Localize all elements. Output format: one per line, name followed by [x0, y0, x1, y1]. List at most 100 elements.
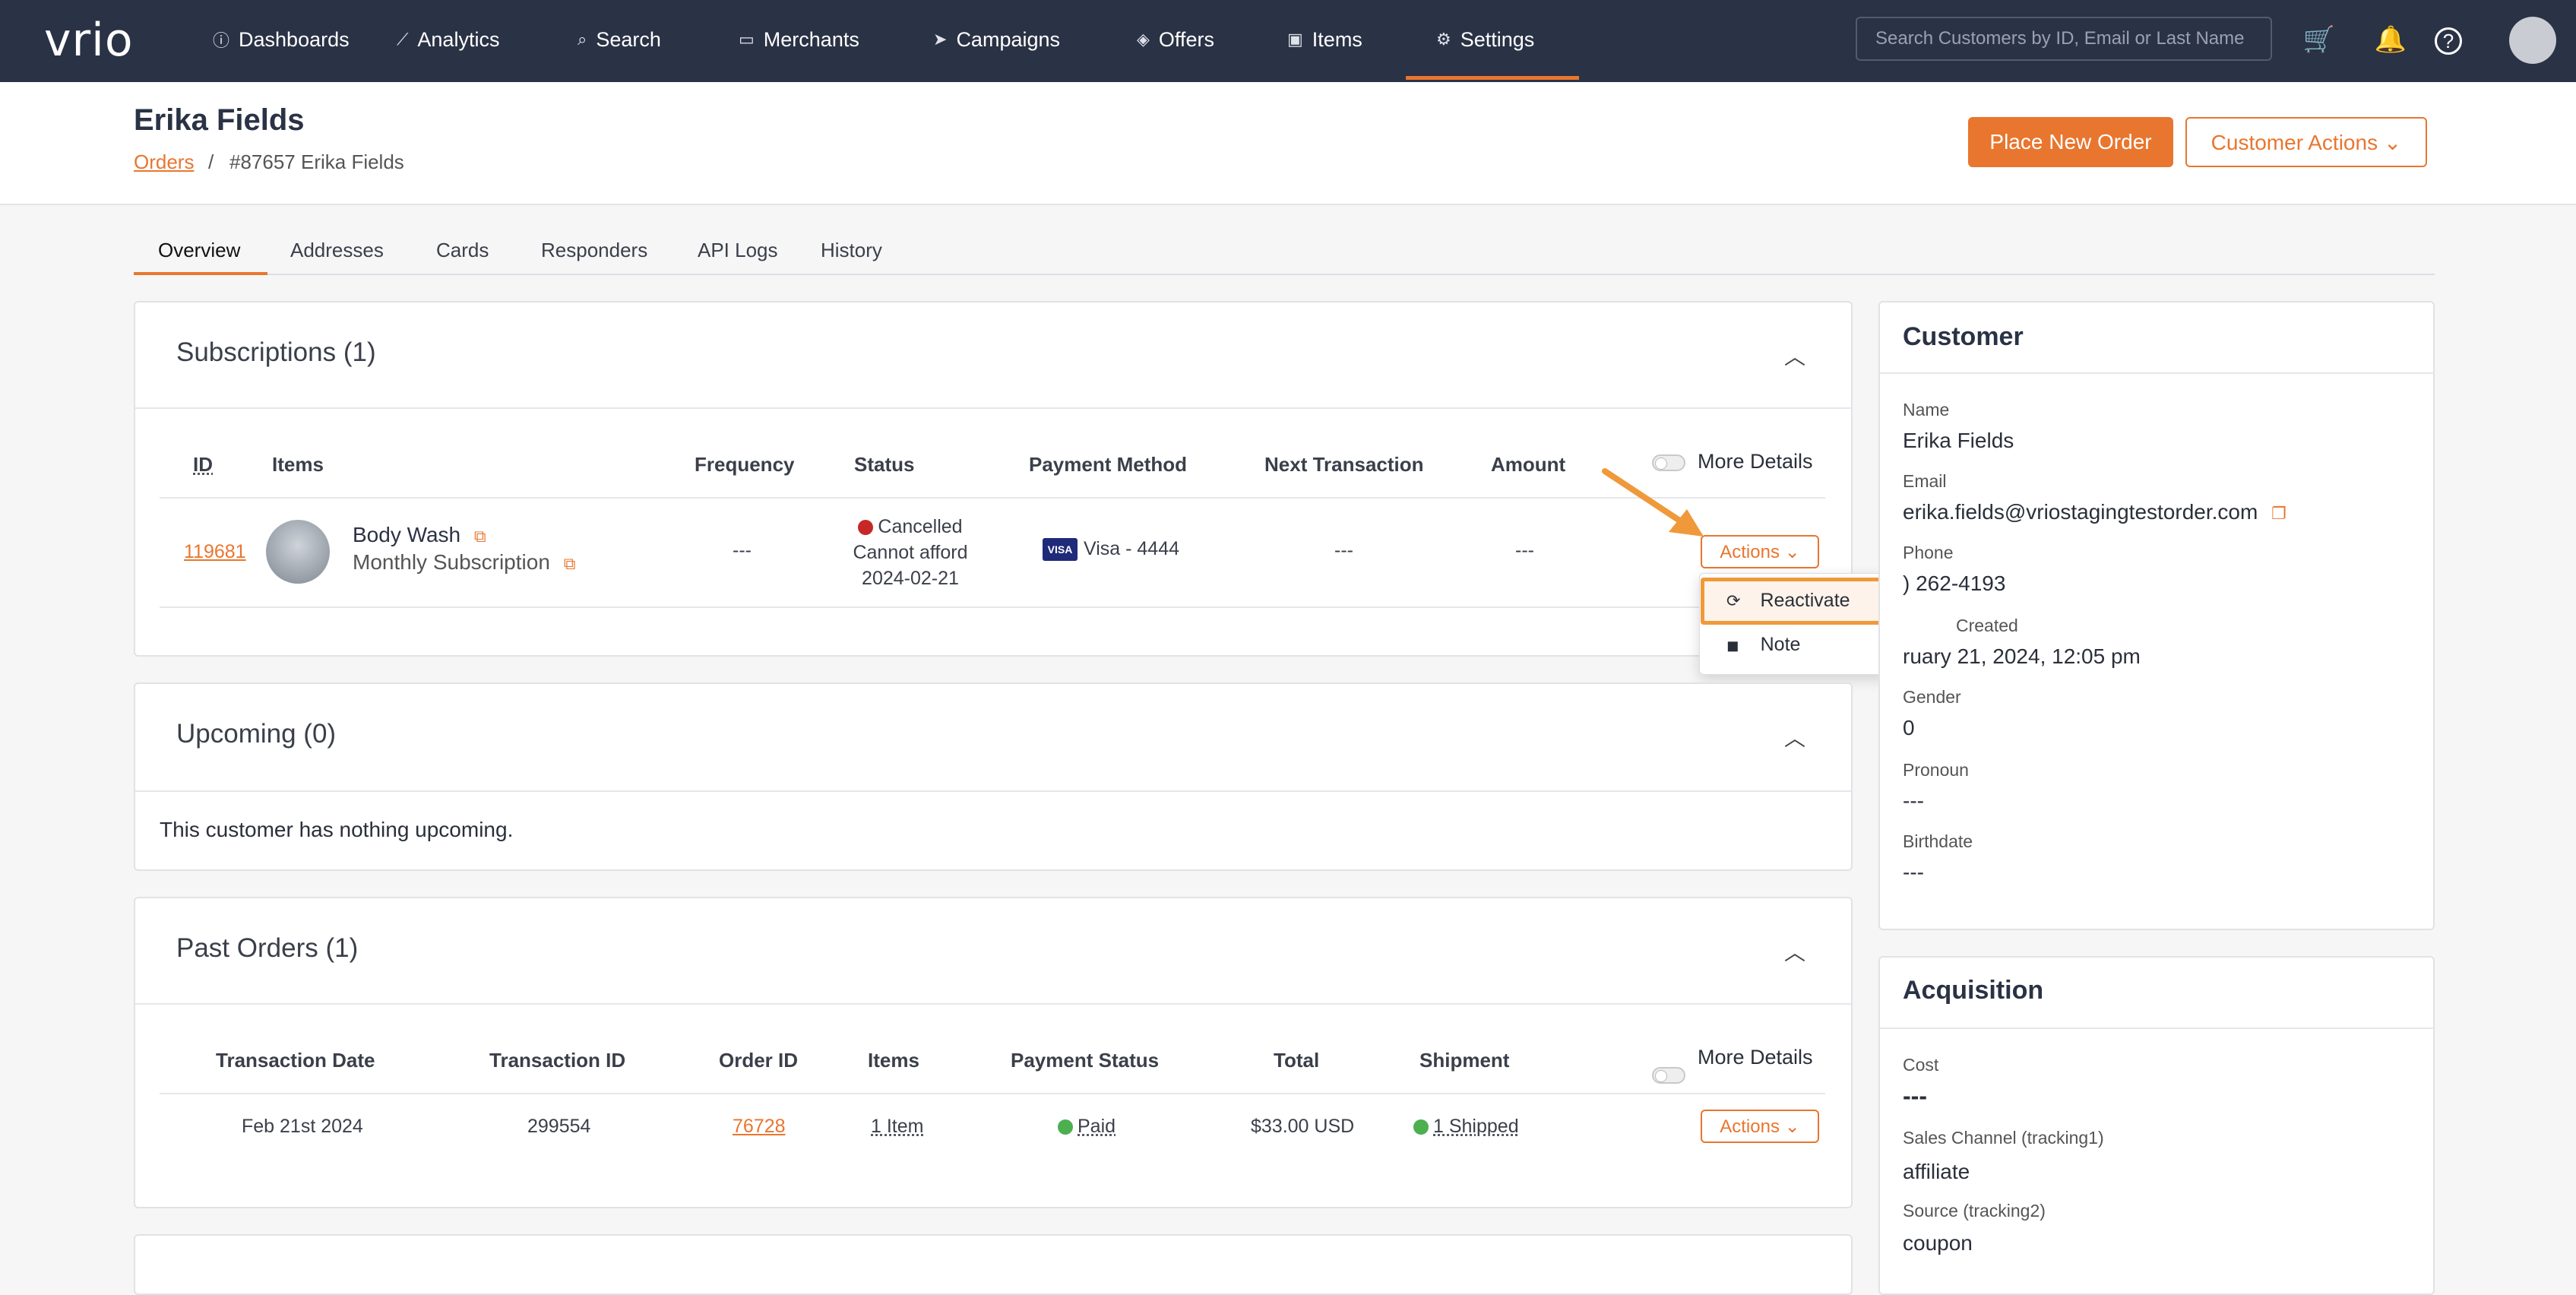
col-order-id: Order ID [719, 1049, 799, 1072]
status-text: Cancelled [878, 516, 963, 537]
box-icon: ▣ [1287, 30, 1303, 49]
product-thumbnail [266, 520, 330, 584]
nav-settings[interactable]: ⚙ Settings [1436, 0, 1534, 79]
subscription-id-link[interactable]: 119681 [184, 541, 246, 563]
col-amount: Amount [1491, 453, 1566, 476]
tab-addresses[interactable]: Addresses [290, 239, 384, 262]
shipment-cell[interactable]: 1 Shipped [1413, 1116, 1519, 1138]
nav-label: Dashboards [239, 27, 350, 51]
source-label: Source (tracking2) [1903, 1201, 2046, 1221]
customer-name-label: Name [1903, 400, 1950, 420]
col-transaction-date: Transaction Date [216, 1049, 375, 1072]
dropdown-item-note[interactable]: ◼ Note [1726, 634, 1800, 656]
note-label: Note [1760, 634, 1801, 655]
tab-cards[interactable]: Cards [436, 239, 489, 262]
item-plan[interactable]: Monthly Subscription ⧉ [353, 550, 575, 575]
nav-offers[interactable]: ◈ Offers [1137, 0, 1214, 79]
nav-analytics[interactable]: ⟋ Analytics [397, 0, 499, 79]
subscriptions-card [134, 301, 1853, 657]
item-name[interactable]: Body Wash ⧉ [353, 523, 486, 547]
breadcrumb-orders-link[interactable]: Orders [134, 150, 194, 174]
customer-created-value: ruary 21, 2024, 12:05 pm [1903, 644, 2141, 668]
tab-api-logs[interactable]: API Logs [698, 239, 778, 262]
customer-gender-label: Gender [1903, 687, 1961, 707]
active-tab-indicator [134, 272, 267, 275]
user-avatar[interactable] [2509, 17, 2556, 64]
nav-merchants[interactable]: ▭ Merchants [739, 0, 859, 79]
help-icon[interactable]: ? [2435, 27, 2462, 55]
collapse-chevron-icon[interactable]: ︿ [1784, 340, 1805, 371]
customer-phone-label: Phone [1903, 543, 1954, 562]
customer-email-value: erika.fields@vriostagingtestorder.com ❐ [1903, 500, 2286, 524]
upcoming-empty-message: This customer has nothing upcoming. [160, 818, 514, 841]
reactivate-label: Reactivate [1760, 590, 1850, 611]
items-count[interactable]: 1 Item [871, 1116, 923, 1138]
refresh-icon: ⟳ [1726, 591, 1741, 610]
item-plan-text: Monthly Subscription [353, 550, 550, 574]
nav-label: Offers [1158, 27, 1214, 51]
acquisition-cost-label: Cost [1903, 1055, 1939, 1075]
nav-label: Merchants [763, 27, 859, 51]
row-divider [160, 606, 1825, 608]
source-value: coupon [1903, 1231, 1973, 1255]
active-nav-indicator [1406, 76, 1579, 80]
nav-campaigns[interactable]: ➤ Campaigns [933, 0, 1060, 79]
copy-icon[interactable]: ❐ [2271, 504, 2286, 523]
vrio-logo[interactable]: vrio [44, 14, 134, 67]
nav-dashboards[interactable]: ⓘ Dashboards [213, 0, 350, 79]
breadcrumb-separator: / [208, 150, 214, 173]
collapse-chevron-icon[interactable]: ︿ [1784, 936, 1805, 967]
tab-history[interactable]: History [821, 239, 882, 262]
subscription-actions-button[interactable]: Actions ⌄ [1701, 535, 1819, 568]
transaction-id: 299554 [527, 1116, 591, 1137]
tab-overview[interactable]: Overview [158, 239, 240, 262]
nav-label: Campaigns [956, 27, 1061, 51]
order-id-link[interactable]: 76728 [733, 1116, 786, 1138]
customer-birthdate-value: --- [1903, 860, 1924, 884]
col-items: Items [868, 1049, 919, 1072]
dropdown-item-reactivate[interactable]: ⟳ Reactivate [1726, 590, 1850, 612]
upcoming-title: Upcoming (0) [176, 719, 337, 749]
nav-search[interactable]: ⌕ Search [578, 0, 661, 79]
shipped-status-dot [1413, 1119, 1429, 1135]
place-new-order-button[interactable]: Place New Order [1968, 117, 2173, 167]
past-orders-title: Past Orders (1) [176, 933, 359, 963]
nav-label: Search [596, 27, 661, 51]
external-link-icon[interactable]: ⧉ [564, 554, 576, 573]
page-title: Erika Fields [134, 103, 305, 137]
tab-responders[interactable]: Responders [541, 239, 647, 262]
nav-label: Analytics [417, 27, 500, 51]
acquisition-card-title: Acquisition [1903, 976, 2044, 1005]
customer-card-title: Customer [1903, 322, 2024, 351]
payment-status-cell[interactable]: Paid [1058, 1116, 1116, 1138]
payment-status-text: Paid [1078, 1116, 1116, 1137]
amount-value: --- [1515, 540, 1534, 561]
cart-icon[interactable]: 🛒 [2301, 21, 2337, 58]
customer-created-label: Created [1956, 616, 2018, 635]
external-link-icon[interactable]: ⧉ [474, 527, 486, 546]
frequency-value: --- [733, 540, 752, 561]
col-transaction-id: Transaction ID [489, 1049, 626, 1072]
bell-icon[interactable]: 🔔 [2372, 21, 2409, 58]
shipment-text: 1 Shipped [1433, 1116, 1519, 1137]
card-divider [135, 1003, 1851, 1005]
card-icon: ▭ [739, 30, 755, 49]
customer-gender-value: 0 [1903, 716, 1915, 739]
customer-actions-button[interactable]: Customer Actions ⌄ [2185, 117, 2427, 167]
order-actions-button[interactable]: Actions ⌄ [1701, 1110, 1819, 1143]
order-total: $33.00 USD [1251, 1116, 1355, 1137]
subscriptions-title: Subscriptions (1) [176, 337, 376, 367]
collapse-chevron-icon[interactable]: ︿ [1784, 722, 1805, 752]
col-payment-status: Payment Status [1011, 1049, 1160, 1072]
more-details-toggle[interactable] [1652, 1067, 1685, 1084]
customer-search-input[interactable] [1856, 17, 2272, 61]
customer-email-label: Email [1903, 471, 1947, 491]
nav-items[interactable]: ▣ Items [1287, 0, 1362, 79]
layers-icon: ◈ [1137, 30, 1150, 49]
visa-card-icon: VISA [1043, 538, 1078, 562]
next-card [134, 1234, 1853, 1295]
status-date: 2024-02-21 [862, 568, 959, 589]
table-header-divider [160, 497, 1825, 499]
col-total: Total [1274, 1049, 1320, 1072]
table-header-divider [160, 1093, 1825, 1094]
